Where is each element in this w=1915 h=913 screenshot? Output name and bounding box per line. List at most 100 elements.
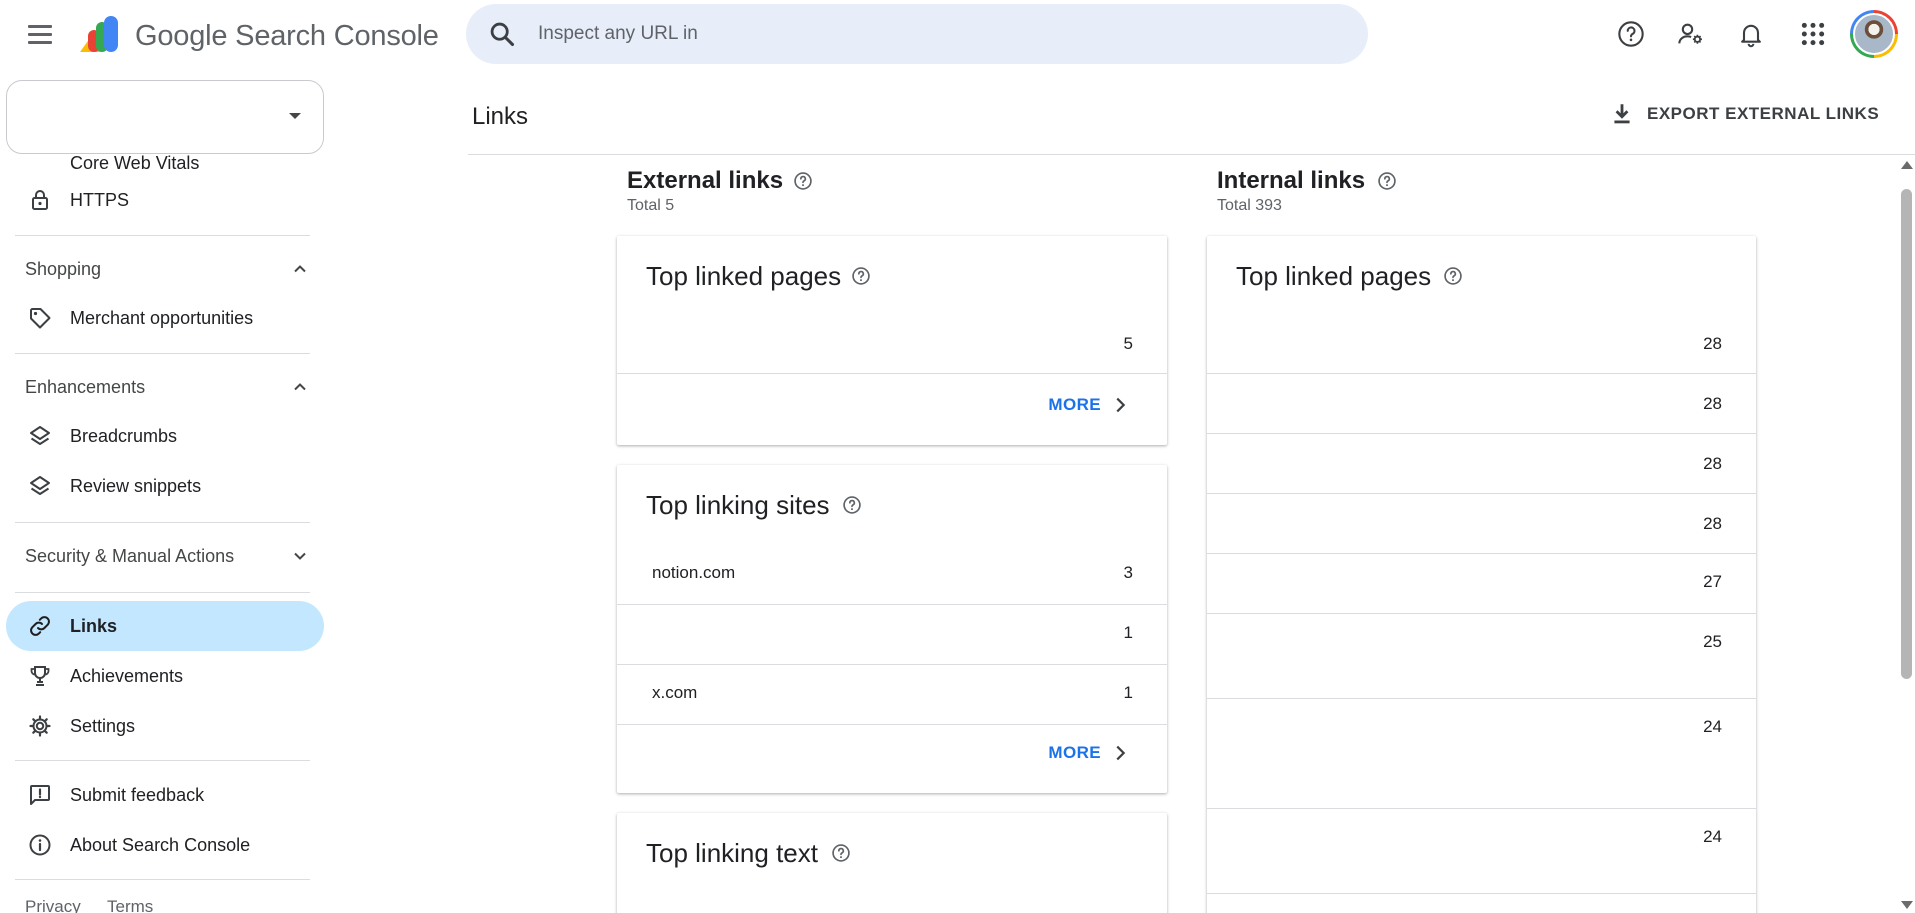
- sidebar-item-label: Breadcrumbs: [70, 426, 178, 446]
- search-console-logo-icon: [80, 16, 118, 52]
- google-apps-button[interactable]: [1795, 16, 1831, 52]
- internal-links-total: Total 393: [1217, 197, 1282, 214]
- row-value: 28: [1703, 334, 1722, 353]
- sidebar-item-review-snippets[interactable]: Review snippets: [6, 461, 324, 511]
- table-row[interactable]: notion.com 3: [617, 545, 1167, 605]
- search-console-preferences-button[interactable]: [1673, 16, 1709, 52]
- sidebar-item-label: Core Web Vitals: [70, 153, 200, 173]
- privacy-link[interactable]: Privacy: [25, 897, 81, 913]
- table-row[interactable]: 28: [1207, 494, 1756, 554]
- sidebar-item-submit-feedback[interactable]: Submit feedback: [6, 770, 324, 820]
- notifications-button[interactable]: [1733, 16, 1769, 52]
- export-external-links-button[interactable]: EXPORT EXTERNAL LINKS: [1609, 98, 1879, 130]
- row-value: 24: [1703, 717, 1722, 736]
- sidebar-item-label: HTTPS: [70, 190, 130, 210]
- info-icon: [29, 834, 51, 856]
- sidebar-item-settings[interactable]: Settings: [6, 701, 324, 751]
- terms-link[interactable]: Terms: [107, 897, 153, 913]
- app-brand[interactable]: Google Search Console: [135, 20, 439, 53]
- sidebar-item-label: Submit feedback: [70, 785, 205, 805]
- url-inspection-search[interactable]: [466, 4, 1368, 64]
- card-title: Top linking sites: [646, 490, 830, 520]
- card-title: Top linking text: [646, 838, 818, 868]
- scrollbar-thumb[interactable]: [1901, 189, 1912, 679]
- link-icon: [30, 616, 50, 636]
- account-avatar[interactable]: [1850, 10, 1898, 58]
- section-label: Enhancements: [25, 377, 146, 397]
- scroll-up-arrow-icon[interactable]: [1901, 161, 1913, 169]
- section-security-manual-actions[interactable]: Security & Manual Actions: [6, 534, 324, 578]
- help-icon: [1618, 21, 1644, 47]
- sidebar-divider: [15, 592, 310, 593]
- download-icon: [1614, 104, 1630, 124]
- table-row[interactable]: 24: [1207, 809, 1756, 894]
- chevron-right-icon: [1116, 397, 1126, 413]
- sidebar-item-achievements[interactable]: Achievements: [6, 651, 324, 701]
- help-icon[interactable]: [1443, 266, 1463, 286]
- sidebar-item-breadcrumbs[interactable]: Breadcrumbs: [6, 411, 324, 461]
- sidebar-item-merchant-opportunities[interactable]: Merchant opportunities: [6, 293, 324, 343]
- layers-icon: [30, 426, 50, 445]
- sidebar-item-about[interactable]: About Search Console: [6, 820, 324, 870]
- sidebar-item-links[interactable]: Links: [6, 601, 324, 651]
- table-row[interactable]: 28: [1207, 434, 1756, 494]
- section-label: Security & Manual Actions: [25, 546, 235, 566]
- chevron-right-icon: [1116, 745, 1126, 761]
- search-input[interactable]: [538, 16, 1318, 52]
- trophy-icon: [30, 666, 50, 686]
- main-menu-button[interactable]: [20, 16, 60, 52]
- help-icon[interactable]: [851, 266, 871, 286]
- property-selector[interactable]: [6, 80, 324, 154]
- internal-links-title: Internal links: [1217, 167, 1366, 194]
- table-row[interactable]: 28: [1207, 314, 1756, 374]
- table-row[interactable]: 24: [1207, 699, 1756, 809]
- more-label: MORE: [1048, 395, 1101, 414]
- feedback-icon: [30, 785, 50, 805]
- top-app-bar: Google Search Console: [0, 0, 1915, 68]
- sidebar-item-https[interactable]: HTTPS: [6, 175, 324, 225]
- table-row[interactable]: x.com 1: [617, 665, 1167, 725]
- sidebar-item-label: Achievements: [70, 666, 184, 686]
- sidebar-divider: [15, 353, 310, 354]
- section-enhancements[interactable]: Enhancements: [6, 365, 324, 409]
- help-icon[interactable]: [842, 495, 862, 515]
- row-value: 28: [1703, 394, 1722, 413]
- help-icon[interactable]: [793, 171, 813, 191]
- avatar-image: [1853, 13, 1895, 55]
- page-header: Links EXPORT EXTERNAL LINKS: [468, 68, 1915, 155]
- gear-icon: [29, 715, 51, 737]
- search-icon: [490, 22, 515, 47]
- top-linking-sites-card: Top linking sites notion.com 3 1 x.com 1…: [617, 465, 1167, 793]
- row-value: 1: [1123, 683, 1133, 702]
- external-top-linked-pages-card: Top linked pages 5 MORE: [617, 236, 1167, 445]
- lock-icon: [32, 190, 48, 210]
- external-links-title: External links: [627, 167, 784, 194]
- page-title: Links: [472, 103, 529, 130]
- export-label: EXPORT EXTERNAL LINKS: [1647, 104, 1880, 123]
- more-button[interactable]: MORE: [1048, 394, 1131, 416]
- layers-icon: [30, 476, 50, 495]
- top-linking-text-card: Top linking text: [617, 813, 1167, 913]
- sidebar-divider: [15, 760, 310, 761]
- chevron-up-icon: [294, 383, 306, 391]
- chevron-up-icon: [294, 265, 306, 273]
- help-icon[interactable]: [831, 843, 851, 863]
- more-button[interactable]: MORE: [1048, 742, 1131, 764]
- help-button[interactable]: [1613, 16, 1649, 52]
- section-shopping[interactable]: Shopping: [6, 247, 324, 291]
- sidebar-item-label: About Search Console: [70, 835, 251, 855]
- main-scrollbar[interactable]: [1897, 155, 1915, 913]
- table-row[interactable]: 27: [1207, 554, 1756, 614]
- scroll-down-arrow-icon[interactable]: [1901, 901, 1913, 909]
- user-settings-icon: [1678, 23, 1702, 44]
- table-row[interactable]: 28: [1207, 374, 1756, 434]
- sidebar-divider: [15, 879, 310, 880]
- help-icon[interactable]: [1377, 171, 1397, 191]
- table-row[interactable]: 25: [1207, 614, 1756, 699]
- table-row[interactable]: 5: [617, 314, 1167, 374]
- row-value: 1: [1123, 623, 1133, 642]
- row-value: 28: [1703, 514, 1722, 533]
- row-value: 27: [1703, 572, 1722, 591]
- table-row[interactable]: 1: [617, 605, 1167, 665]
- apps-grid-icon: [1801, 22, 1825, 46]
